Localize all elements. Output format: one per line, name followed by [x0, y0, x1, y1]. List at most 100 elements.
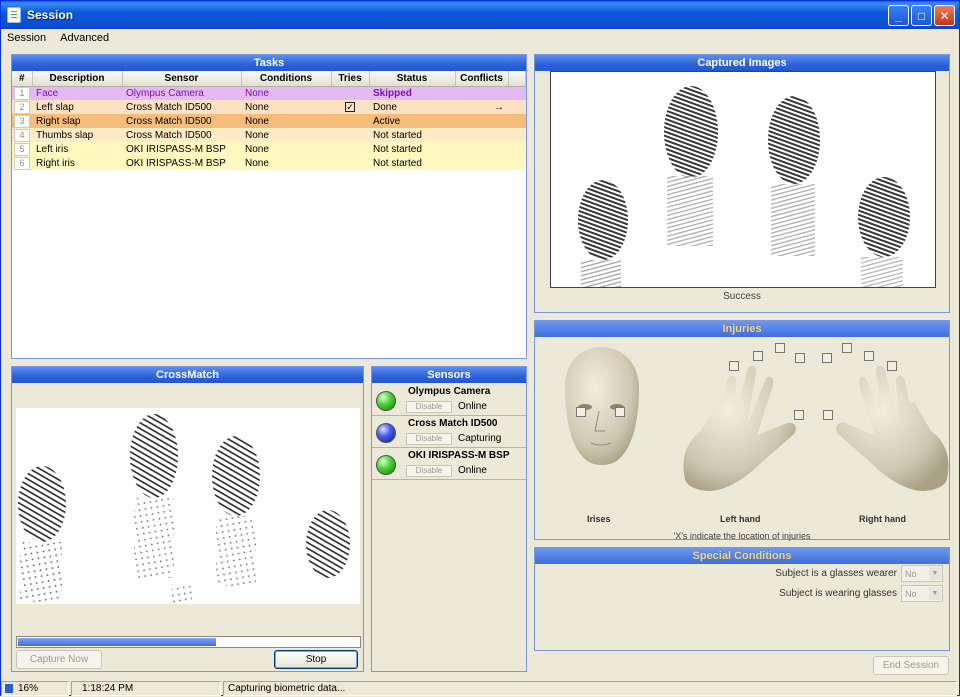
- disable-sensor-button[interactable]: Disable: [406, 401, 452, 413]
- injury-checkbox-right-pinky[interactable]: [887, 361, 897, 371]
- menu-advanced[interactable]: Advanced: [60, 32, 109, 44]
- row-num: 3: [14, 114, 30, 128]
- col-header-sensor[interactable]: Sensor: [122, 71, 242, 87]
- row-conflicts: [455, 128, 508, 142]
- col-header-description[interactable]: Description: [32, 71, 123, 87]
- row-conditions: None: [241, 156, 331, 170]
- row-num: 5: [14, 142, 30, 156]
- sensor-state: Capturing: [458, 433, 502, 444]
- row-sensor: OKI IRISPASS-M BSP: [122, 142, 241, 156]
- capture-now-button[interactable]: Capture Now: [16, 650, 102, 669]
- row-description: Right slap: [32, 114, 122, 128]
- sensor-state: Online: [458, 465, 487, 476]
- row-conflicts: [455, 114, 508, 128]
- injury-checkbox-left-index[interactable]: [795, 353, 805, 363]
- sensor-name: OKI IRISPASS-M BSP: [408, 450, 510, 461]
- left-hand-icon: [683, 365, 796, 491]
- left-hand-label: Left hand: [720, 514, 761, 524]
- col-header-status[interactable]: Status: [369, 71, 456, 87]
- injury-checkbox-right-iris[interactable]: [615, 407, 625, 417]
- row-tries: [331, 128, 369, 142]
- injury-checkbox-right-index[interactable]: [822, 353, 832, 363]
- right-hand-label: Right hand: [859, 514, 906, 524]
- injury-checkbox-right-thumb[interactable]: [823, 410, 833, 420]
- row-num: 1: [14, 86, 30, 100]
- col-header-filler: [508, 71, 526, 87]
- injury-checkbox-left-iris[interactable]: [576, 407, 586, 417]
- row-conflicts: [455, 142, 508, 156]
- col-header-conditions[interactable]: Conditions: [241, 71, 332, 87]
- row-conditions: None: [241, 128, 331, 142]
- row-status: Not started: [369, 156, 455, 170]
- row-status: Done: [369, 100, 455, 114]
- row-tries: [331, 142, 369, 156]
- row-description: Left iris: [32, 142, 122, 156]
- right-hand-icon: [836, 365, 949, 491]
- minimize-button[interactable]: _: [888, 5, 909, 26]
- status-time: 1:18:24 PM: [71, 681, 221, 696]
- capture-status-text: Success: [723, 291, 761, 302]
- injury-checkbox-left-ring[interactable]: [753, 351, 763, 361]
- injury-checkbox-right-ring[interactable]: [864, 351, 874, 361]
- injury-checkbox-left-thumb[interactable]: [794, 410, 804, 420]
- wearing-glasses-select[interactable]: No: [901, 585, 943, 602]
- special-conditions-panel: Special Conditions Subject is a glasses …: [534, 547, 950, 651]
- sensor-state: Online: [458, 401, 487, 412]
- close-button[interactable]: ✕: [934, 5, 955, 26]
- sensor-item: OKI IRISPASS-M BSP Disable Online: [372, 448, 526, 480]
- row-status: Active: [369, 114, 455, 128]
- row-conflicts: [455, 86, 508, 100]
- maximize-button[interactable]: □: [911, 5, 932, 26]
- row-description: Thumbs slap: [32, 128, 122, 142]
- table-row[interactable]: 4 Thumbs slap Cross Match ID500 None Not…: [12, 128, 526, 142]
- glasses-wearer-select[interactable]: No: [901, 565, 943, 582]
- row-tries: [331, 156, 369, 170]
- tasks-panel: Tasks # Description Sensor Conditions Tr…: [11, 54, 527, 359]
- injury-checkbox-left-middle[interactable]: [775, 343, 785, 353]
- table-row[interactable]: 2 Left slap Cross Match ID500 None ✓ Don…: [12, 100, 526, 114]
- table-row[interactable]: 6 Right iris OKI IRISPASS-M BSP None Not…: [12, 156, 526, 170]
- row-num: 2: [14, 100, 30, 114]
- captured-images-title: Captured Images: [535, 55, 949, 71]
- col-header-tries[interactable]: Tries: [331, 71, 370, 87]
- irises-label: Irises: [587, 514, 611, 524]
- table-row[interactable]: 1 Face Olympus Camera None Skipped: [12, 86, 526, 100]
- injuries-panel: Injuries Irises Left hand Right hand 'X'…: [534, 320, 950, 541]
- disable-sensor-button[interactable]: Disable: [406, 465, 452, 477]
- injuries-note: 'X's indicate the location of injuries: [673, 531, 811, 541]
- table-row[interactable]: 3 Right slap Cross Match ID500 None Acti…: [12, 114, 526, 128]
- table-row[interactable]: 5 Left iris OKI IRISPASS-M BSP None Not …: [12, 142, 526, 156]
- col-header-num[interactable]: #: [12, 71, 33, 87]
- tries-checkbox[interactable]: ✓: [345, 101, 355, 112]
- end-session-button[interactable]: End Session: [873, 656, 949, 675]
- title-bar[interactable]: Session _ □ ✕: [1, 1, 959, 29]
- sensors-panel: Sensors Olympus Camera Disable Online Cr…: [371, 366, 527, 672]
- stop-button[interactable]: Stop: [274, 650, 358, 669]
- row-description: Left slap: [32, 100, 122, 114]
- row-sensor: Olympus Camera: [122, 86, 241, 100]
- sensors-title: Sensors: [372, 367, 526, 383]
- crossmatch-title: CrossMatch: [12, 367, 363, 383]
- status-percent: 16%: [18, 683, 39, 694]
- row-status: Not started: [369, 128, 455, 142]
- status-led-icon: [376, 455, 396, 475]
- menu-bar: Session Advanced: [1, 29, 959, 47]
- row-sensor: OKI IRISPASS-M BSP: [122, 156, 241, 170]
- injury-checkbox-right-middle[interactable]: [842, 343, 852, 353]
- sensor-item: Olympus Camera Disable Online: [372, 384, 526, 416]
- row-status: Skipped: [369, 86, 455, 100]
- app-icon: [7, 7, 21, 23]
- tasks-title: Tasks: [12, 55, 526, 71]
- row-conditions: None: [241, 142, 331, 156]
- captured-fingerprint-image: [550, 71, 936, 288]
- injury-checkbox-left-pinky[interactable]: [729, 361, 739, 371]
- row-sensor: Cross Match ID500: [122, 114, 241, 128]
- disable-sensor-button[interactable]: Disable: [406, 433, 452, 445]
- col-header-conflicts[interactable]: Conflicts: [455, 71, 509, 87]
- menu-session[interactable]: Session: [7, 32, 46, 44]
- wearing-glasses-value: No: [905, 588, 917, 599]
- status-led-icon: [376, 391, 396, 411]
- tasks-table: # Description Sensor Conditions Tries St…: [12, 71, 526, 170]
- row-description: Face: [32, 86, 122, 100]
- status-led-icon: [376, 423, 396, 443]
